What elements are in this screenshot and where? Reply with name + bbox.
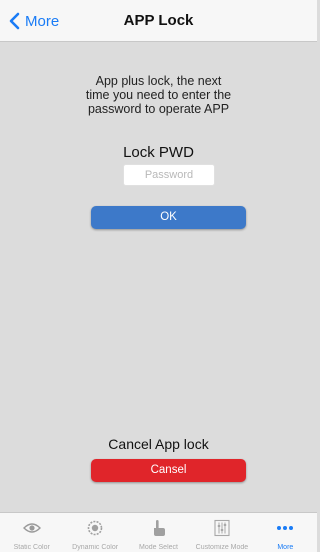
page-title: APP Lock — [123, 12, 194, 29]
password-input[interactable] — [123, 164, 215, 186]
app-lock-panel: App plus lock, the next time you need to… — [0, 42, 317, 512]
eye-icon — [22, 523, 41, 533]
tab-customize-mode[interactable]: Customize Mode — [190, 513, 253, 552]
tab-label: Mode Select — [139, 544, 178, 551]
tab-label: Static Color — [13, 544, 50, 551]
tab-mode-select[interactable]: Mode Select — [127, 513, 190, 552]
sliders-icon — [214, 519, 230, 537]
tab-static-color[interactable]: Static Color — [0, 513, 63, 552]
cancel-button[interactable]: Cansel — [91, 459, 246, 482]
lock-description-line: password to operate APP — [87, 102, 230, 116]
flower-icon — [87, 520, 103, 536]
lock-description-line: time you need to enter the — [85, 88, 232, 102]
lock-description-line: App plus lock, the next — [95, 74, 222, 88]
ok-button[interactable]: OK — [91, 206, 246, 229]
hand-pointer-icon — [153, 520, 165, 536]
cancel-app-lock-label: Cancel App lock — [108, 436, 209, 452]
tab-bar: Static Color Dynamic Color Mode Select C… — [0, 512, 317, 552]
navigation-bar: More APP Lock — [0, 0, 317, 42]
tab-label: Dynamic Color — [72, 544, 119, 551]
tab-dynamic-color[interactable]: Dynamic Color — [63, 513, 126, 552]
tab-more[interactable]: More — [254, 513, 317, 552]
tab-label: More — [277, 544, 294, 551]
lock-description: App plus lock, the next time you need to… — [40, 74, 277, 116]
more-dots-icon — [277, 526, 294, 530]
lock-pwd-label: Lock PWD — [123, 144, 194, 161]
tab-label: Customize Mode — [195, 544, 249, 551]
